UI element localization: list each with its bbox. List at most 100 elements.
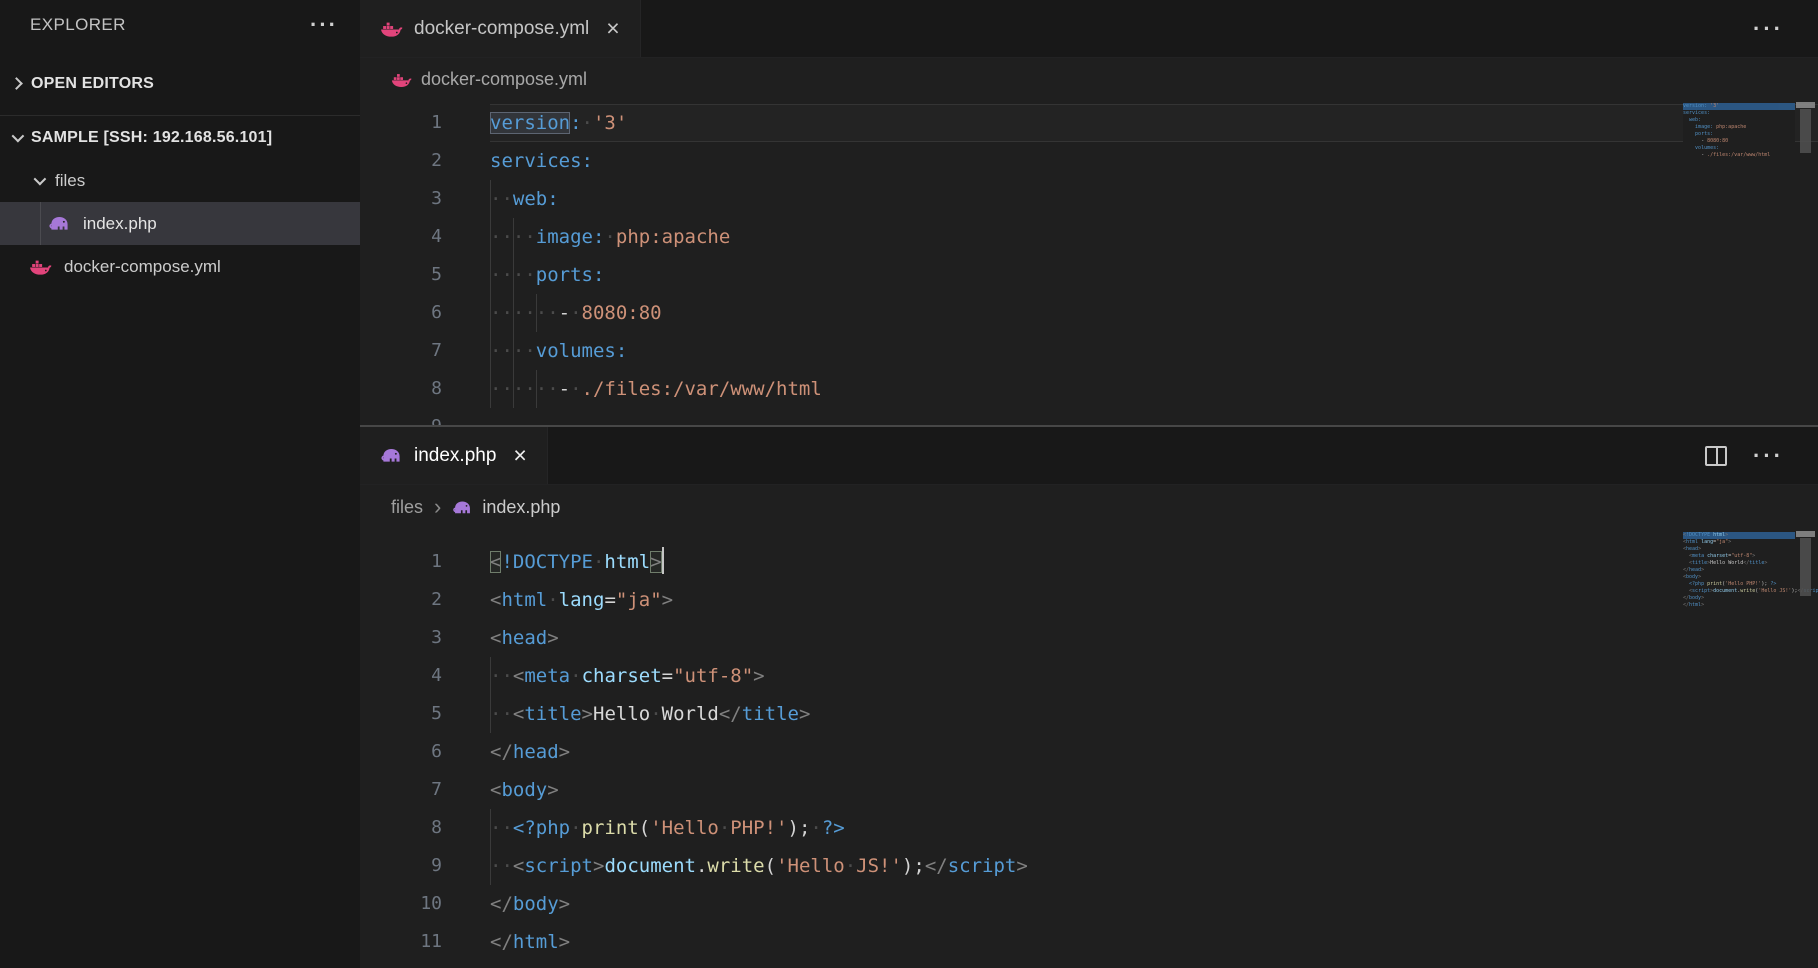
explorer-more-actions-icon[interactable]: ··· [310,20,338,30]
tab-docker-compose[interactable]: docker-compose.yml × [360,0,641,57]
tab-bar-bottom: index.php × ··· [360,427,1818,485]
open-editors-label: OPEN EDITORS [31,75,154,93]
code-editor-index-php: 1 <!DOCTYPE·html> 2 <html·lang="ja"> 3 <head>… [360,529,1818,968]
line-number: 4 [360,657,442,695]
code-line-11: 11</html> [360,923,1818,961]
chevron-down-icon [34,173,47,186]
breadcrumb-file[interactable]: index.php [482,497,560,518]
code-line-8: 8 ··<?php·print('Hello·PHP!');·?> [360,809,1818,847]
code-line-text[interactable]: <html·lang="ja"> [490,581,1818,619]
code-line-7: 7····volumes: [360,332,1818,370]
code-line-4: 4 ····image:·php:apache [360,218,1818,256]
line-number: 3 [360,619,442,657]
code-line-text[interactable]: ······-·./files:/var/www/html [490,370,1818,408]
line-number: 2 [360,581,442,619]
line-number: 3 [360,180,442,218]
php-elephant-icon [380,446,403,465]
docker-whale-icon [391,70,412,89]
code-line-10: 10 </body> [360,885,1818,923]
code-line-8: 8 ······-·./files:/var/www/html [360,370,1818,408]
scrollbar-thumb[interactable] [1800,109,1811,153]
code-line-text[interactable]: ··web: [490,180,1818,218]
file-name: docker-compose.yml [64,257,221,277]
line-number: 1 [360,543,442,581]
cursor-marker [1796,531,1815,537]
file-name: index.php [83,214,157,234]
line-number: 6 [360,294,442,332]
scrollbar-thumb[interactable] [1800,538,1811,596]
code-line-text[interactable]: <body> [490,771,1818,809]
code-line-text[interactable]: ····ports: [490,256,1818,294]
breadcrumb: docker-compose.yml [360,58,1818,100]
line-number: 4 [360,218,442,256]
line-number: 9 [360,847,442,885]
minimap[interactable]: version: '3'services: web: image: php:ap… [1683,100,1795,425]
indent-guide [40,202,41,245]
line-number: 8 [360,809,442,847]
cursor-marker [1796,102,1815,108]
line-number: 2 [360,142,442,180]
code-line-9: 9 ··<script>document.write('Hello·JS!');<… [360,847,1818,885]
code-line-text[interactable]: ····volumes: [490,332,1818,370]
minimap[interactable]: <!DOCTYPE html><html lang="ja"><head> <m… [1683,529,1795,968]
code-line-2: 2 <html·lang="ja"> [360,581,1818,619]
chevron-right-icon [10,77,23,90]
code-line-text[interactable] [490,408,1818,425]
code-line-3: 3 ··web: [360,180,1818,218]
workspace-section-header[interactable]: SAMPLE [SSH: 192.168.56.101] [0,116,360,159]
line-number: 10 [360,885,442,923]
code-line-text[interactable]: ··<script>document.write('Hello·JS!');</… [490,847,1818,885]
code-line-text[interactable]: ··<title>Hello·World</title> [490,695,1818,733]
tab-bar-top: docker-compose.yml × ··· [360,0,1818,58]
line-number: 1 [360,104,442,142]
close-icon[interactable]: × [513,444,526,467]
code-line-5: 5··<title>Hello·World</title> [360,695,1818,733]
php-elephant-icon [452,498,473,517]
tree-item-docker-compose[interactable]: docker-compose.yml [0,245,360,288]
tree-item-index-php[interactable]: index.php [0,202,360,245]
tab-index-php[interactable]: index.php × [360,427,548,484]
code-line-9: 9 [360,408,1818,425]
explorer-header: EXPLORER ··· [0,0,360,50]
code-line-1: 1 version:·'3' [360,104,1818,142]
code-line-12: 12 [360,961,1818,968]
docker-whale-icon [29,257,52,276]
text-cursor [662,547,664,574]
code-line-1: 1 <!DOCTYPE·html> [360,543,1818,581]
code-line-text[interactable]: ····image:·php:apache [490,218,1818,256]
code-line-text[interactable] [490,961,1818,968]
code-editor-docker-compose: 1 version:·'3' 2 services: 3 ··web: 4 ····image… [360,100,1818,425]
tree-item-files-folder[interactable]: files [0,159,360,202]
more-actions-icon[interactable]: ··· [1753,25,1784,33]
code-line-text[interactable]: ······-·8080:80 [490,294,1818,332]
code-line-text[interactable]: services: [490,142,1818,180]
code-line-5: 5 ····ports: [360,256,1818,294]
explorer-title: EXPLORER [30,15,126,35]
code-line-6: 6 </head> [360,733,1818,771]
line-number: 8 [360,370,442,408]
breadcrumb-file[interactable]: docker-compose.yml [421,69,587,90]
split-editor-icon[interactable] [1705,446,1727,466]
code-line-text[interactable]: </html> [490,923,1818,961]
code-line-7: 7 <body> [360,771,1818,809]
code-line-text[interactable]: ··<meta·charset="utf-8"> [490,657,1818,695]
code-line-text[interactable]: <head> [490,619,1818,657]
line-number: 6 [360,733,442,771]
close-icon[interactable]: × [606,17,619,40]
breadcrumb-folder[interactable]: files [391,497,423,518]
code-line-text[interactable]: <!DOCTYPE·html> [490,543,1818,581]
code-line-3: 3 <head> [360,619,1818,657]
code-line-text[interactable]: </body> [490,885,1818,923]
line-number: 9 [360,408,442,425]
php-elephant-icon [48,214,71,233]
open-editors-section-header[interactable]: OPEN EDITORS [0,62,360,105]
more-actions-icon[interactable]: ··· [1753,452,1784,460]
line-number: 5 [360,256,442,294]
editor-group-top: docker-compose.yml × ··· docker-compose.… [360,0,1818,425]
overview-ruler [1795,100,1818,425]
code-line-text[interactable]: ··<?php·print('Hello·PHP!');·?> [490,809,1818,847]
line-number: 7 [360,771,442,809]
docker-whale-icon [380,19,403,38]
code-line-text[interactable]: version:·'3' [490,104,1818,142]
code-line-text[interactable]: </head> [490,733,1818,771]
